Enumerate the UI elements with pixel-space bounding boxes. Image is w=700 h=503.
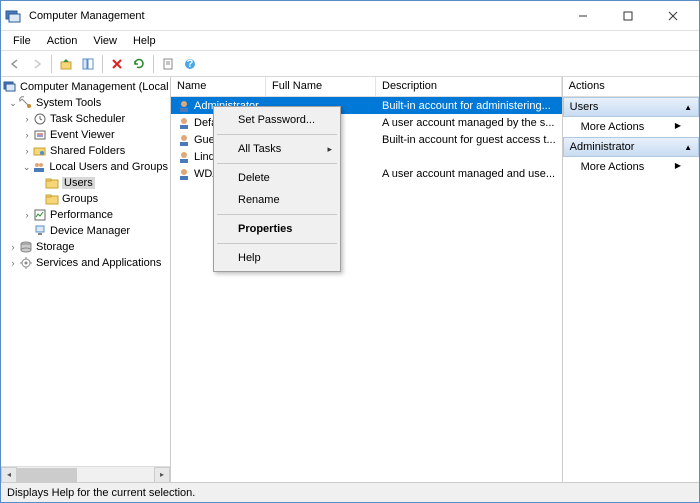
scroll-right-icon[interactable]: ▸ [154, 467, 170, 483]
separator [102, 55, 103, 73]
computer-icon [3, 80, 17, 94]
status-text: Displays Help for the current selection. [7, 487, 195, 499]
submenu-icon: ▶ [675, 161, 681, 173]
back-button[interactable] [5, 54, 25, 74]
maximize-button[interactable] [605, 2, 650, 30]
folder-icon [45, 192, 59, 206]
user-icon [177, 99, 191, 113]
actions-users-band[interactable]: Users ▲ [563, 97, 699, 117]
menu-delete[interactable]: Delete [216, 167, 338, 189]
tools-icon [19, 96, 33, 110]
menu-action[interactable]: Action [39, 33, 86, 49]
event-icon [33, 128, 47, 142]
user-icon [177, 133, 191, 147]
col-fullname[interactable]: Full Name [266, 77, 376, 96]
toolbar: ? [1, 51, 699, 77]
tree-services-apps[interactable]: › Services and Applications [3, 255, 168, 271]
actions-admin-band[interactable]: Administrator ▲ [563, 137, 699, 157]
expand-icon[interactable]: › [7, 258, 19, 268]
menu-view[interactable]: View [85, 33, 125, 49]
tree-device-manager[interactable]: Device Manager [3, 223, 168, 239]
close-button[interactable] [650, 2, 695, 30]
actions-more-users[interactable]: More Actions ▶ [563, 117, 699, 137]
collapse-icon[interactable]: ⌄ [21, 162, 32, 173]
menu-rename[interactable]: Rename [216, 189, 338, 211]
expand-icon[interactable]: › [21, 210, 33, 220]
folder-icon [45, 176, 59, 190]
expand-icon[interactable]: › [7, 242, 19, 252]
tree-event-viewer[interactable]: › Event Viewer [3, 127, 168, 143]
delete-button[interactable] [107, 54, 127, 74]
services-icon [19, 256, 33, 270]
tree-body: Computer Management (Local ⌄ System Tool… [1, 77, 170, 466]
tree-groups[interactable]: Groups [3, 191, 168, 207]
tree-local-users-groups[interactable]: ⌄ Local Users and Groups [3, 159, 168, 175]
collapse-icon[interactable]: ▲ [684, 103, 692, 112]
collapse-icon[interactable]: ⌄ [7, 98, 19, 109]
menu-all-tasks[interactable]: All Tasks [216, 138, 338, 160]
list-panel: Name Full Name Description Administrator… [171, 77, 563, 482]
tree-task-scheduler[interactable]: › Task Scheduler [3, 111, 168, 127]
app-icon [5, 8, 21, 24]
tree-root[interactable]: Computer Management (Local [3, 79, 168, 95]
user-icon [177, 167, 191, 181]
tree-performance[interactable]: › Performance [3, 207, 168, 223]
menu-separator [217, 243, 337, 244]
titlebar: Computer Management [1, 1, 699, 31]
forward-button[interactable] [27, 54, 47, 74]
list-header: Name Full Name Description [171, 77, 562, 97]
users-group-icon [32, 160, 46, 174]
properties-button[interactable] [158, 54, 178, 74]
performance-icon [33, 208, 47, 222]
storage-icon [19, 240, 33, 254]
submenu-icon: ▶ [675, 121, 681, 133]
clock-icon [33, 112, 47, 126]
show-hide-button[interactable] [78, 54, 98, 74]
expand-icon[interactable]: › [21, 146, 33, 156]
tree-users[interactable]: Users [3, 175, 168, 191]
menu-properties[interactable]: Properties [216, 218, 338, 240]
tree-system-tools[interactable]: ⌄ System Tools [3, 95, 168, 111]
svg-text:?: ? [187, 58, 194, 70]
window-title: Computer Management [27, 10, 560, 22]
actions-panel: Actions Users ▲ More Actions ▶ Administr… [563, 77, 699, 482]
menu-set-password[interactable]: Set Password... [216, 109, 338, 131]
context-menu: Set Password... All Tasks Delete Rename … [213, 106, 341, 272]
scroll-left-icon[interactable]: ◂ [1, 467, 17, 483]
menu-separator [217, 214, 337, 215]
content-area: Computer Management (Local ⌄ System Tool… [1, 77, 699, 482]
user-icon [177, 150, 191, 164]
expand-icon[interactable]: › [21, 114, 33, 124]
minimize-button[interactable] [560, 2, 605, 30]
status-bar: Displays Help for the current selection. [1, 482, 699, 502]
tree-panel: Computer Management (Local ⌄ System Tool… [1, 77, 171, 482]
device-icon [33, 224, 47, 238]
menu-help[interactable]: Help [125, 33, 164, 49]
shared-folder-icon [33, 144, 47, 158]
tree-shared-folders[interactable]: › Shared Folders [3, 143, 168, 159]
expand-icon[interactable]: › [21, 130, 33, 140]
actions-header: Actions [563, 77, 699, 97]
tree-scrollbar[interactable]: ◂ ▸ [1, 466, 170, 482]
menu-separator [217, 134, 337, 135]
menubar: File Action View Help [1, 31, 699, 51]
col-name[interactable]: Name [171, 77, 266, 96]
separator [51, 55, 52, 73]
collapse-icon[interactable]: ▲ [684, 143, 692, 152]
user-icon [177, 116, 191, 130]
menu-help[interactable]: Help [216, 247, 338, 269]
help-button[interactable]: ? [180, 54, 200, 74]
refresh-button[interactable] [129, 54, 149, 74]
col-description[interactable]: Description [376, 77, 562, 96]
scroll-thumb[interactable] [17, 468, 77, 482]
up-button[interactable] [56, 54, 76, 74]
separator [153, 55, 154, 73]
actions-more-admin[interactable]: More Actions ▶ [563, 157, 699, 177]
menu-file[interactable]: File [5, 33, 39, 49]
tree-storage[interactable]: › Storage [3, 239, 168, 255]
menu-separator [217, 163, 337, 164]
